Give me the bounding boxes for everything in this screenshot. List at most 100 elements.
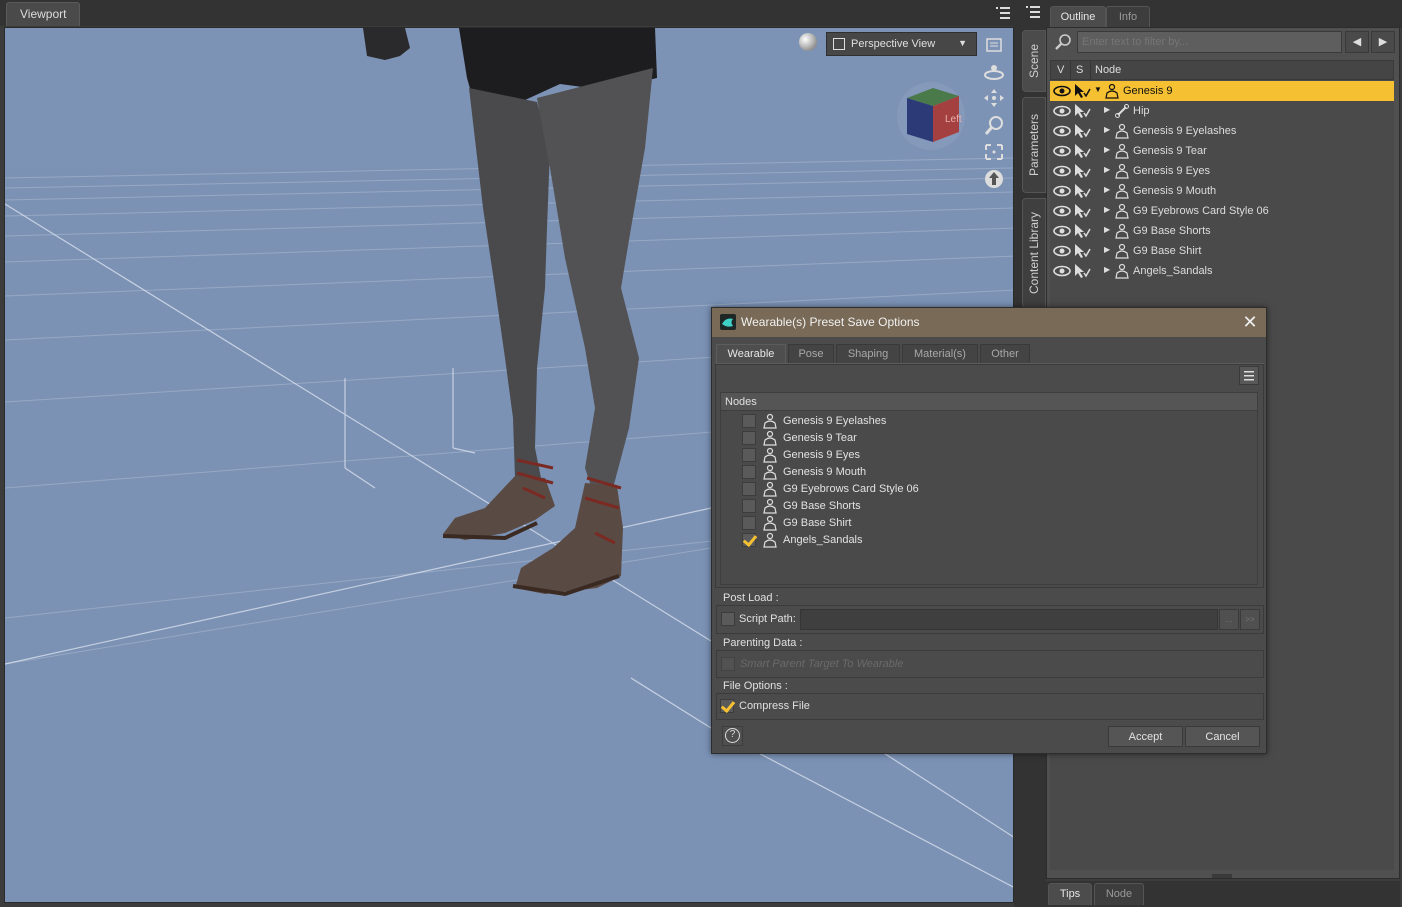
outline-node-row[interactable]: ▶ Genesis 9 Tear — [1050, 141, 1394, 161]
selectable-icon[interactable] — [1073, 183, 1091, 199]
tab-scene[interactable]: Scene — [1022, 30, 1046, 92]
visibility-eye-icon[interactable] — [1053, 224, 1071, 238]
tab-other[interactable]: Other — [980, 344, 1030, 364]
reset-view-icon[interactable] — [982, 168, 1006, 190]
tab-parameters-label: Parameters — [1027, 113, 1041, 177]
selectable-icon[interactable] — [1073, 143, 1091, 159]
column-visible[interactable]: V — [1057, 64, 1064, 76]
figure-icon — [762, 481, 778, 497]
node-checkbox[interactable] — [742, 499, 756, 513]
outline-node-label: Genesis 9 Mouth — [1133, 185, 1217, 197]
tab-parameters[interactable]: Parameters — [1022, 97, 1046, 193]
visibility-eye-icon[interactable] — [1053, 124, 1071, 138]
figure-icon — [762, 430, 778, 446]
chevron-right-icon[interactable]: ▶ — [1104, 185, 1110, 194]
chevron-down-icon[interactable]: ▼ — [1094, 85, 1102, 94]
clear-script-button[interactable]: >> — [1240, 609, 1260, 630]
visibility-eye-icon[interactable] — [1053, 184, 1071, 198]
frame-icon[interactable] — [982, 141, 1006, 163]
close-icon[interactable]: ✕ — [1240, 312, 1260, 332]
outline-node-row[interactable]: ▶ G9 Base Shirt — [1050, 241, 1394, 261]
chevron-right-icon[interactable]: ▶ — [1104, 125, 1110, 134]
node-checkbox[interactable] — [742, 448, 756, 462]
outline-node-row[interactable]: ▶ G9 Base Shorts — [1050, 221, 1394, 241]
render-sphere-icon[interactable] — [799, 33, 817, 51]
figure-icon — [1114, 163, 1130, 179]
visibility-eye-icon[interactable] — [1053, 104, 1071, 118]
outline-node-row[interactable]: ▶ Angels_Sandals — [1050, 261, 1394, 281]
chevron-right-icon[interactable]: ▶ — [1104, 165, 1110, 174]
outline-node-row[interactable]: ▶ Genesis 9 Eyelashes — [1050, 121, 1394, 141]
dialog-node-row: G9 Eyebrows Card Style 06 — [742, 480, 1142, 497]
selectable-icon[interactable] — [1073, 203, 1091, 219]
post-load-label: Post Load : — [723, 592, 779, 604]
dialog-node-row: G9 Base Shirt — [742, 514, 1142, 531]
figure-icon — [1114, 183, 1130, 199]
outline-node-row[interactable]: ▶ Genesis 9 Eyes — [1050, 161, 1394, 181]
zoom-icon[interactable] — [982, 114, 1006, 136]
browse-button[interactable]: ... — [1219, 609, 1239, 630]
script-path-input[interactable] — [800, 609, 1218, 630]
chevron-right-icon[interactable]: ▶ — [1104, 145, 1110, 154]
visibility-eye-icon[interactable] — [1053, 264, 1071, 278]
visibility-eye-icon[interactable] — [1053, 84, 1071, 98]
chevron-right-icon[interactable]: ▶ — [1104, 105, 1110, 114]
tab-content-library[interactable]: Content Library — [1022, 198, 1046, 308]
pane-menu-icon[interactable] — [1025, 4, 1041, 20]
cancel-button[interactable]: Cancel — [1185, 726, 1260, 747]
selectable-icon[interactable] — [1073, 103, 1091, 119]
selectable-icon[interactable] — [1073, 123, 1091, 139]
tab-shaping[interactable]: Shaping — [836, 344, 900, 364]
outline-node-row[interactable]: ▼ Genesis 9 — [1050, 81, 1394, 101]
filter-input[interactable] — [1077, 31, 1342, 53]
view-dropdown[interactable]: Perspective View ▼ — [826, 32, 977, 56]
visibility-eye-icon[interactable] — [1053, 244, 1071, 258]
outline-node-row[interactable]: ▶ Hip — [1050, 101, 1394, 121]
orbit-icon[interactable] — [982, 61, 1006, 83]
tab-pose[interactable]: Pose — [788, 344, 834, 364]
tab-node[interactable]: Node — [1094, 883, 1144, 905]
outline-node-row[interactable]: ▶ Genesis 9 Mouth — [1050, 181, 1394, 201]
tab-info[interactable]: Info — [1106, 6, 1150, 28]
help-button[interactable]: ? — [722, 726, 743, 746]
node-checkbox[interactable] — [742, 414, 756, 428]
tab-outline[interactable]: Outline — [1050, 6, 1106, 28]
accept-button[interactable]: Accept — [1108, 726, 1183, 747]
script-path-checkbox[interactable] — [721, 612, 735, 626]
navigation-cube[interactable]: Left — [893, 80, 969, 152]
column-selectable[interactable]: S — [1076, 64, 1083, 76]
chevron-right-icon[interactable]: ▶ — [1104, 265, 1110, 274]
node-checkbox[interactable] — [742, 533, 756, 547]
visibility-eye-icon[interactable] — [1053, 164, 1071, 178]
tab-tips[interactable]: Tips — [1048, 883, 1092, 905]
tab-viewport[interactable]: Viewport — [6, 2, 80, 26]
chevron-right-icon[interactable]: ▶ — [1104, 245, 1110, 254]
selectable-icon[interactable] — [1073, 223, 1091, 239]
node-checkbox[interactable] — [742, 431, 756, 445]
selectable-icon[interactable] — [1073, 83, 1091, 99]
selectable-icon[interactable] — [1073, 163, 1091, 179]
node-checkbox[interactable] — [742, 516, 756, 530]
outline-node-row[interactable]: ▶ G9 Eyebrows Card Style 06 — [1050, 201, 1394, 221]
outline-node-label: Genesis 9 — [1123, 85, 1173, 97]
list-options-button[interactable] — [1239, 366, 1259, 385]
selectable-icon[interactable] — [1073, 243, 1091, 259]
node-checkbox[interactable] — [742, 482, 756, 496]
panel-splitter[interactable] — [1212, 874, 1232, 878]
chevron-right-icon[interactable]: ▶ — [1104, 205, 1110, 214]
column-node[interactable]: Node — [1095, 64, 1121, 76]
smart-parent-checkbox[interactable] — [721, 657, 735, 671]
selectable-icon[interactable] — [1073, 263, 1091, 279]
visibility-eye-icon[interactable] — [1053, 204, 1071, 218]
next-match-button[interactable]: ▶ — [1371, 31, 1395, 53]
prev-match-button[interactable]: ◀ — [1345, 31, 1369, 53]
visibility-eye-icon[interactable] — [1053, 144, 1071, 158]
chevron-right-icon[interactable]: ▶ — [1104, 225, 1110, 234]
compress-file-checkbox[interactable] — [720, 699, 734, 713]
tab-wearable[interactable]: Wearable — [716, 344, 786, 364]
viewport-menu-icon[interactable] — [994, 4, 1012, 22]
node-checkbox[interactable] — [742, 465, 756, 479]
pan-icon[interactable] — [982, 87, 1006, 109]
tab-materials[interactable]: Material(s) — [902, 344, 978, 364]
viewport-options-icon[interactable] — [982, 34, 1006, 56]
